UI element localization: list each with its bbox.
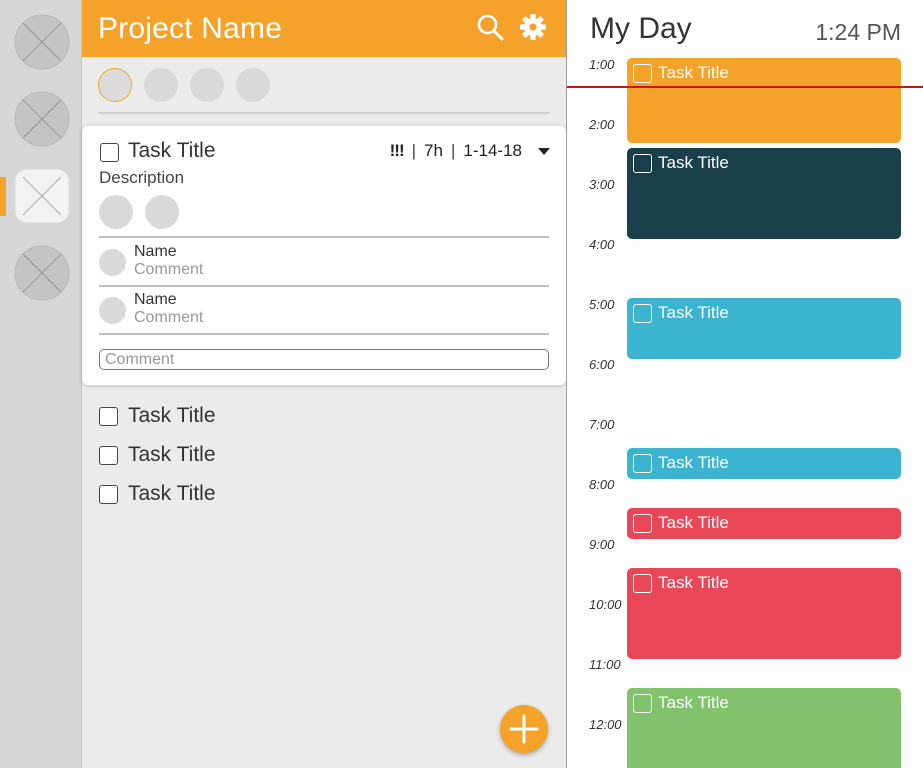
search-icon[interactable]: [475, 12, 505, 42]
comment-author: Name: [134, 243, 177, 260]
hour-label: 11:00: [589, 657, 621, 672]
hour-label: 8:00: [589, 477, 615, 492]
hour-label: 5:00: [589, 297, 615, 312]
comment-input[interactable]: Comment: [99, 349, 549, 370]
calendar-event[interactable]: Task Title: [627, 508, 901, 539]
hour-label: 9:00: [589, 537, 615, 552]
event-checkbox[interactable]: [633, 454, 652, 473]
my-day-title: My Day: [590, 12, 692, 45]
separator: |: [450, 141, 456, 160]
rail-project-2[interactable]: [14, 91, 70, 147]
hour-label: 1:00: [589, 57, 615, 72]
rail-project-1[interactable]: [14, 14, 70, 70]
task-row[interactable]: Task Title: [99, 402, 216, 430]
project-header: Project Name: [82, 0, 566, 57]
event-checkbox[interactable]: [633, 304, 652, 323]
hour-label: 3:00: [589, 177, 615, 192]
task-checkbox[interactable]: [99, 445, 118, 465]
project-panel: Project Name Task Title !!! | 7h | 1-14-…: [82, 0, 566, 768]
comment-item: Name Comment: [99, 239, 549, 283]
active-indicator: [0, 177, 6, 216]
task-title: Task Title: [128, 404, 216, 427]
event-title: Task Title: [658, 303, 729, 322]
assignee-avatar[interactable]: [99, 195, 133, 229]
hour-label: 7:00: [589, 417, 615, 432]
my-day-panel: My Day 1:24 PM 1:00 2:00 3:00 4:00 5:00 …: [566, 0, 923, 768]
event-title: Task Title: [658, 153, 729, 172]
member-avatar[interactable]: [144, 68, 178, 102]
project-placeholder-icon: [14, 245, 70, 301]
assignee-avatars: [99, 195, 179, 229]
event-checkbox[interactable]: [633, 694, 652, 713]
due-date: 1-14-18: [463, 141, 522, 160]
event-title: Task Title: [658, 573, 729, 592]
member-avatar[interactable]: [98, 68, 132, 102]
task-row[interactable]: Task Title: [99, 441, 216, 469]
member-avatar[interactable]: [190, 68, 224, 102]
event-checkbox[interactable]: [633, 574, 652, 593]
calendar-event[interactable]: Task Title: [627, 568, 901, 659]
project-placeholder-icon: [14, 168, 70, 224]
project-rail: [0, 0, 82, 768]
comment-text: Comment: [134, 309, 204, 326]
comment-author: Name: [134, 291, 177, 308]
hour-label: 10:00: [589, 597, 622, 612]
task-checkbox[interactable]: [99, 484, 118, 504]
avatar: [99, 249, 126, 276]
comment-item: Name Comment: [99, 287, 549, 331]
separator: |: [411, 141, 417, 160]
divider: [99, 333, 549, 335]
expanded-task-card: Task Title !!! | 7h | 1-14-18 Descriptio…: [82, 126, 566, 385]
calendar-event[interactable]: Task Title: [627, 448, 901, 479]
divider: [98, 112, 550, 114]
project-placeholder-icon: [14, 14, 70, 70]
avatar: [99, 297, 126, 324]
task-title: Task Title: [128, 482, 216, 505]
event-title: Task Title: [658, 513, 729, 532]
hour-label: 6:00: [589, 357, 615, 372]
calendar-event[interactable]: Task Title: [627, 58, 901, 143]
task-checkbox[interactable]: [99, 406, 118, 426]
event-checkbox[interactable]: [633, 514, 652, 533]
member-avatar[interactable]: [236, 68, 270, 102]
event-title: Task Title: [658, 453, 729, 472]
task-meta: !!! | 7h | 1-14-18: [390, 141, 550, 161]
chevron-down-icon[interactable]: [538, 147, 550, 155]
task-description: Description: [99, 168, 185, 187]
current-time-indicator: [567, 86, 923, 88]
event-title: Task Title: [658, 693, 729, 712]
task-row[interactable]: Task Title: [99, 480, 216, 508]
rail-project-4[interactable]: [14, 245, 70, 301]
comment-text: Comment: [134, 261, 204, 278]
priority-indicator: !!!: [389, 141, 405, 160]
add-task-button[interactable]: [500, 705, 548, 753]
time-estimate: 7h: [424, 141, 443, 160]
task-checkbox[interactable]: [100, 143, 119, 162]
project-title: Project Name: [98, 11, 283, 45]
gear-icon[interactable]: [518, 12, 548, 42]
current-time: 1:24 PM: [815, 19, 901, 45]
hour-label: 4:00: [589, 237, 615, 252]
calendar-event[interactable]: Task Title: [627, 688, 901, 768]
event-checkbox[interactable]: [633, 64, 652, 83]
calendar-event[interactable]: Task Title: [627, 298, 901, 359]
event-checkbox[interactable]: [633, 154, 652, 173]
hour-label: 2:00: [589, 117, 615, 132]
hour-label: 12:00: [589, 717, 622, 732]
divider: [99, 236, 549, 238]
calendar-event[interactable]: Task Title: [627, 148, 901, 239]
task-title: Task Title: [128, 443, 216, 466]
task-title: Task Title: [128, 139, 216, 162]
event-title: Task Title: [658, 63, 729, 82]
rail-project-3[interactable]: [14, 168, 70, 224]
plus-icon: [509, 714, 539, 744]
project-placeholder-icon: [14, 91, 70, 147]
project-members: [98, 68, 270, 102]
assignee-avatar[interactable]: [145, 195, 179, 229]
